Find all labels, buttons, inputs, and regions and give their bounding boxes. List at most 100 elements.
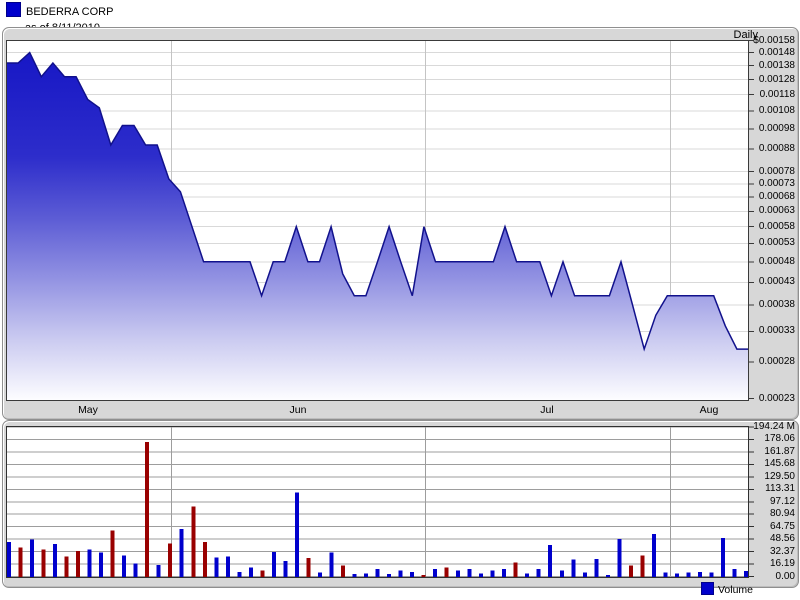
volume-bar (445, 567, 449, 577)
price-axis-tick-label: 0.00078 (759, 166, 795, 177)
month-label-jun: Jun (273, 404, 323, 416)
volume-bar (652, 534, 656, 577)
volume-bar (134, 563, 138, 577)
volume-bar (226, 557, 230, 578)
volume-bar-chart[interactable] (6, 426, 756, 579)
volume-bar (329, 553, 333, 578)
volume-axis-labels: 194.24 M178.06161.87145.68129.50113.3197… (751, 421, 797, 587)
volume-bar (571, 560, 575, 578)
volume-bar (433, 569, 437, 578)
price-axis-tick-label: 0.00068 (759, 191, 795, 202)
volume-bar (675, 573, 679, 577)
volume-bar (191, 507, 195, 578)
volume-axis-tick-label: 145.68 (764, 458, 795, 469)
volume-bar (272, 552, 276, 578)
chart-title: BEDERRA CORP (26, 6, 113, 18)
price-axis-tick-label: 0.00058 (759, 221, 795, 232)
volume-axis-tick-label: 64.75 (770, 521, 795, 532)
volume-bar (180, 529, 184, 578)
volume-axis-tick-label: 0.00 (776, 571, 795, 582)
volume-bar (698, 572, 702, 578)
volume-bar (19, 547, 23, 577)
price-axis-tick-label: 0.00048 (759, 256, 795, 267)
volume-bar (686, 573, 690, 578)
volume-bar (364, 573, 368, 577)
volume-legend-swatch (701, 582, 714, 595)
volume-bar (283, 561, 287, 577)
volume-bar (30, 540, 34, 578)
volume-bar (341, 566, 345, 578)
price-axis-tick-label: 0.00043 (759, 276, 795, 287)
stock-chart-page: BEDERRA CORP as of 8/11/2010 Daily $0.00… (0, 0, 800, 600)
volume-bar (617, 539, 621, 578)
month-label-jul: Jul (522, 404, 572, 416)
series-color-swatch (6, 2, 21, 17)
price-axis-tick-label: $0.00158 (753, 35, 795, 46)
volume-bar (111, 530, 115, 577)
price-axis-tick-label: 0.00138 (759, 60, 795, 71)
volume-axis-tick-label: 16.19 (770, 558, 795, 569)
price-axis-tick-label: 0.00038 (759, 299, 795, 310)
month-label-may: May (63, 404, 113, 416)
volume-bar (145, 442, 149, 578)
volume-bar (502, 569, 506, 578)
volume-axis-tick-label: 129.50 (764, 471, 795, 482)
volume-legend: Volume (701, 582, 753, 596)
volume-axis-tick-label: 32.37 (770, 546, 795, 557)
price-area-chart[interactable] (6, 40, 756, 401)
volume-axis-tick-label: 194.24 M (753, 421, 795, 432)
volume-bar (122, 556, 126, 578)
volume-bar (663, 573, 667, 578)
price-axis-labels: $0.001580.00148 0.00138 0.00128 0.00118 0.00… (751, 28, 797, 419)
volume-bar (410, 572, 414, 578)
volume-bar (214, 557, 218, 577)
price-axis-tick-label: 0.00148 (759, 47, 795, 58)
price-axis-tick-label: 0.00063 (759, 205, 795, 216)
price-axis-tick-label: 0.00088 (759, 143, 795, 154)
volume-bar (744, 571, 748, 577)
month-label-aug: Aug (684, 404, 734, 416)
volume-bar (399, 570, 403, 577)
volume-bar (7, 542, 11, 578)
volume-bar (295, 493, 299, 578)
volume-chart-panel: 194.24 M178.06161.87145.68129.50113.3197… (2, 420, 799, 588)
volume-bar (479, 573, 483, 577)
volume-axis-tick-label: 48.56 (770, 533, 795, 544)
volume-bar (65, 557, 69, 578)
volume-bar (537, 569, 541, 578)
volume-axis-tick-label: 161.87 (764, 446, 795, 457)
volume-bar (721, 538, 725, 578)
volume-bar (640, 556, 644, 578)
volume-bar (710, 573, 714, 578)
volume-bar (548, 545, 552, 578)
volume-bar (99, 553, 103, 578)
volume-bar (260, 570, 264, 577)
price-axis-tick-label: 0.00023 (759, 393, 795, 404)
volume-bar (491, 570, 495, 577)
volume-axis-tick-label: 178.06 (764, 433, 795, 444)
volume-bar (88, 550, 92, 578)
volume-bar (42, 550, 46, 578)
volume-axis-tick-label: 80.94 (770, 508, 795, 519)
volume-bar (629, 566, 633, 578)
volume-bar (468, 569, 472, 578)
price-axis-tick-label: 0.00108 (759, 105, 795, 116)
volume-bar (318, 573, 322, 578)
volume-bar (514, 563, 518, 578)
volume-bar (456, 570, 460, 577)
volume-bar (733, 569, 737, 578)
volume-bar (203, 542, 207, 578)
price-axis-tick-label: 0.00098 (759, 123, 795, 134)
price-axis-tick-label: 0.00073 (759, 178, 795, 189)
volume-bar (376, 569, 380, 578)
volume-bar (306, 558, 310, 578)
volume-bar (157, 565, 161, 578)
volume-bar (525, 573, 529, 577)
price-axis-tick-label: 0.00118 (760, 89, 795, 100)
price-chart-panel: Daily $0.001580.001480.001380.001280.001… (2, 27, 799, 420)
volume-bar (237, 572, 241, 578)
volume-bar (594, 559, 598, 578)
price-axis-tick-label: 0.00028 (759, 356, 795, 367)
price-axis-tick-label: 0.00033 (759, 325, 795, 336)
price-axis-tick-label: 0.00128 (759, 74, 795, 85)
